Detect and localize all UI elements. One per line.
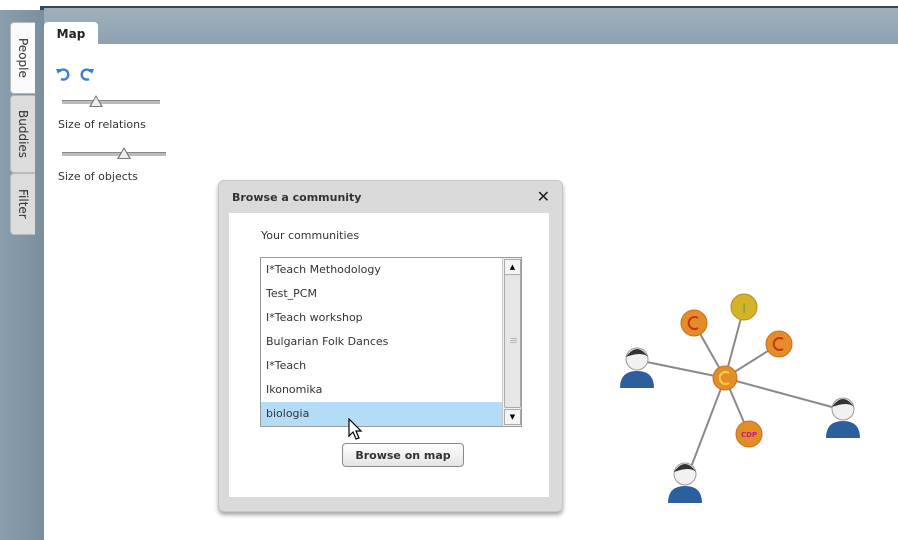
cdp-node-label: CDP [741,431,757,439]
scrollbar-thumb[interactable]: — — — [504,274,521,408]
relations-slider-track [62,100,160,104]
community-node[interactable] [765,330,793,358]
tab-filter[interactable]: Filter [10,173,35,235]
browse-community-dialog: Browse a community ✕ Your communities I*… [218,180,563,512]
tab-strip [44,8,898,44]
list-item[interactable]: Ikonomika [261,378,502,402]
tab-map-label: Map [56,27,86,41]
community-graph: | CDP [620,293,860,503]
relations-label: Size of relations [58,118,146,131]
dialog-body: Your communities I*Teach Methodology Tes… [229,213,549,497]
scroll-down-arrow-icon[interactable]: ▼ [504,409,521,425]
dialog-title: Browse a community [232,191,362,204]
tab-map[interactable]: Map [44,22,98,46]
close-icon[interactable]: ✕ [537,187,550,206]
community-node-cdp[interactable]: CDP [735,420,763,448]
relations-slider[interactable] [62,95,160,109]
mouse-pointer-icon [348,418,363,440]
list-item[interactable]: I*Teach workshop [261,306,502,330]
community-node[interactable] [680,309,708,337]
list-scrollbar[interactable]: ▲ — — — ▼ [502,258,521,426]
relations-slider-thumb[interactable] [89,95,104,107]
community-list[interactable]: I*Teach Methodology Test_PCM I*Teach wor… [260,257,522,427]
user-avatar-bottom[interactable] [668,462,702,503]
user-avatar-right[interactable] [826,397,860,438]
objects-slider-track [62,152,166,156]
tab-people-label: People [16,38,30,78]
redo-icon[interactable] [79,66,95,82]
top-bar [0,0,898,46]
list-item-selected[interactable]: biologia [261,402,502,426]
list-item[interactable]: Test_PCM [261,282,502,306]
list-item[interactable]: Bulgarian Folk Dances [261,330,502,354]
objects-slider[interactable] [62,147,166,161]
list-item[interactable]: I*Teach Methodology [261,258,502,282]
objects-label: Size of objects [58,170,138,183]
tab-buddies-label: Buddies [16,109,30,159]
your-communities-label: Your communities [261,229,360,242]
svg-text:|: | [742,303,745,314]
user-avatar-left[interactable] [620,347,654,388]
list-item[interactable]: I*Teach [261,354,502,378]
graph-edges [636,306,844,476]
community-node-center[interactable] [712,365,738,391]
grip-icon: — — — [510,334,517,346]
community-node[interactable]: | [730,293,758,321]
browse-on-map-button[interactable]: Browse on map [342,443,464,467]
tab-buddies[interactable]: Buddies [10,95,35,173]
objects-slider-thumb[interactable] [117,147,132,159]
scroll-up-arrow-icon[interactable]: ▲ [504,259,521,275]
tab-filter-label: Filter [16,189,30,219]
tab-people[interactable]: People [10,22,35,94]
undo-icon[interactable] [55,66,71,82]
